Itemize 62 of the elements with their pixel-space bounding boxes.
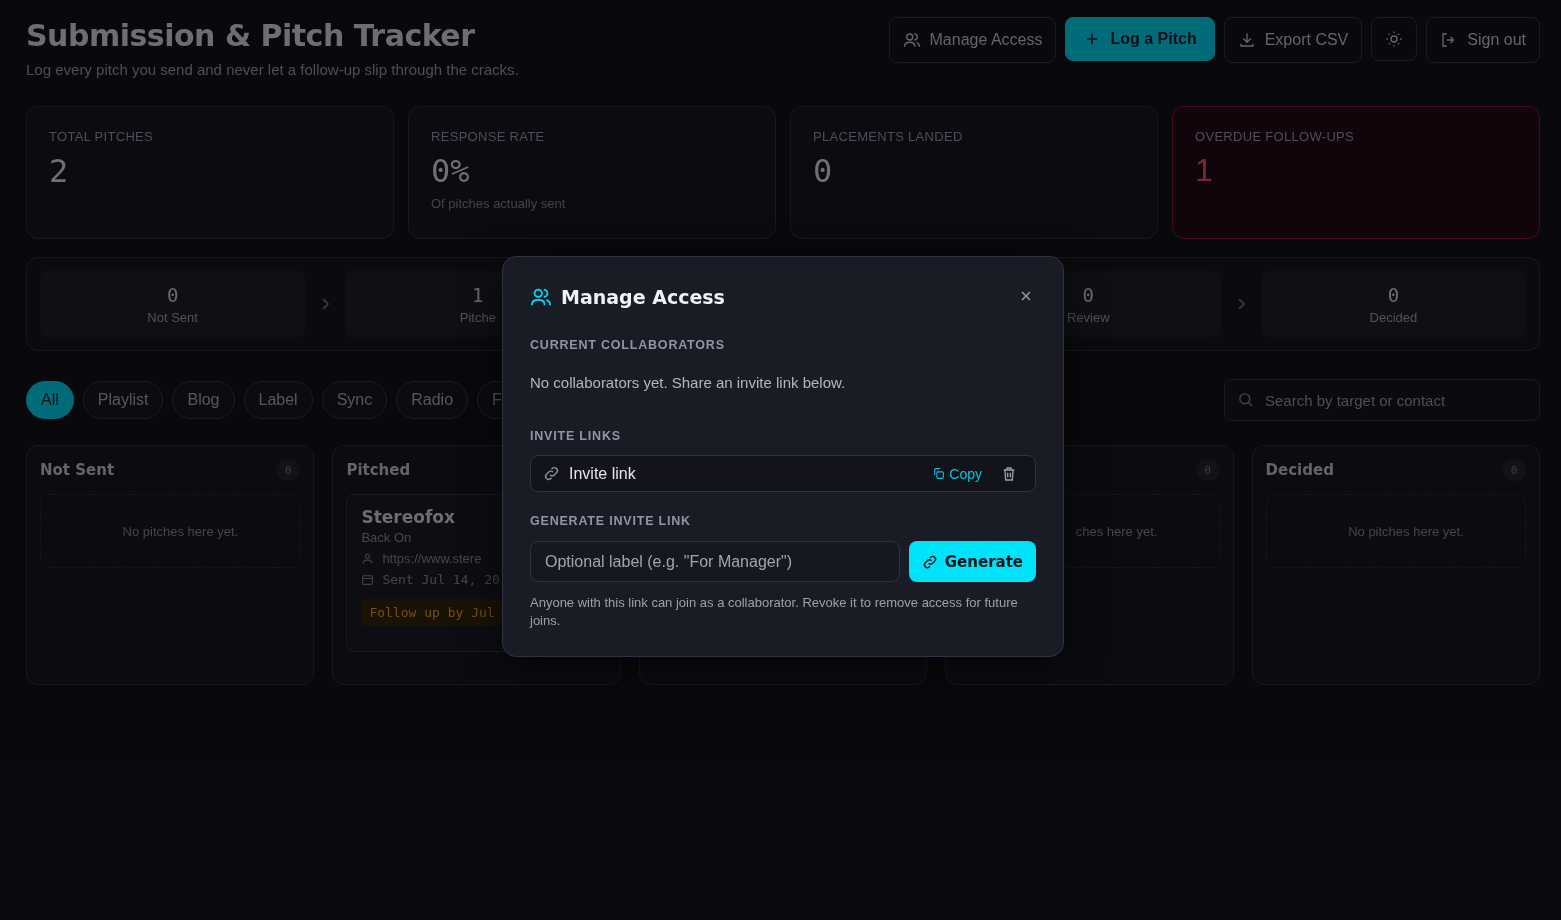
pitch-contact: https://www.stere (382, 551, 482, 566)
stage-count: 1 (472, 283, 484, 306)
section-heading: INVITE LINKS (530, 429, 621, 443)
column-title: Decided (1265, 461, 1334, 479)
stat-note: Of pitches actually sent (431, 196, 566, 211)
empty-text: No pitches here yet. (121, 523, 239, 539)
stat-label: OVERDUE FOLLOW-UPS (1195, 129, 1355, 144)
filter-chip[interactable]: Sync (321, 381, 388, 419)
chevron-icon (320, 296, 331, 312)
copy-button[interactable]: Copy (932, 465, 982, 482)
sun-icon (1385, 30, 1404, 48)
stat-value: 0% (431, 152, 470, 190)
stage-label: Review (1066, 309, 1110, 325)
column-title: Not Sent (40, 461, 115, 479)
pitch-song: Back On (361, 530, 412, 545)
search-icon (1237, 391, 1254, 408)
stat-label: PLACEMENTS LANDED (813, 129, 963, 144)
stat-label: RESPONSE RATE (431, 129, 545, 144)
sign-out-button[interactable]: Sign out (1426, 17, 1540, 63)
search-field[interactable]: Search by target or contact (1224, 379, 1540, 421)
follow-up-badge: Follow up by Jul (361, 599, 503, 626)
section-heading: CURRENT COLLABORATORS (530, 338, 725, 352)
filter-chip[interactable]: Label (243, 381, 313, 419)
label-input-field[interactable]: Optional label (e.g. "For Manager") (530, 541, 900, 582)
stat-label: TOTAL PITCHES (49, 129, 154, 144)
stage-label: Not Sent (147, 309, 198, 325)
stat-value: 1 (1195, 152, 1213, 189)
theme-toggle-button[interactable] (1371, 17, 1418, 61)
log-pitch-button[interactable]: Log a Pitch (1065, 17, 1215, 61)
empty-text: ches here yet. (1074, 523, 1158, 539)
stage-label: Decided (1369, 309, 1418, 325)
link-icon (543, 465, 560, 482)
stat-value: 0 (813, 152, 833, 190)
filter-chip[interactable]: Playlist (82, 381, 164, 419)
page-title: Submission & Pitch Tracker (26, 18, 476, 53)
empty-text: No pitches here yet. (1347, 523, 1464, 539)
invite-link-label: Invite link (569, 464, 637, 483)
chevron-icon (1235, 296, 1246, 312)
stage-label: Pitche (459, 309, 496, 325)
stage-count: 0 (1387, 283, 1400, 306)
filter-chip[interactable]: Radio (396, 381, 469, 419)
copy-icon (932, 467, 946, 480)
filter-chip[interactable]: Blog (172, 381, 235, 419)
page-subtitle: Log every pitch you send and never let a follow-up slip through the cracks. (26, 61, 519, 78)
dialog-title: Manage Access (561, 286, 725, 308)
empty-message: No collaborators yet. Share an invite link below. (530, 374, 846, 391)
filter-chip[interactable]: All (26, 381, 74, 419)
person-icon (361, 552, 375, 565)
stat-value: 2 (49, 152, 69, 190)
calendar-icon (361, 573, 375, 586)
stage-count: 0 (166, 283, 179, 306)
link-icon (921, 553, 938, 570)
column-title: Pitched (346, 461, 411, 479)
manage-access-button[interactable]: Manage Access (888, 17, 1057, 63)
users-icon (530, 286, 552, 308)
stage-count: 0 (1082, 283, 1094, 306)
export-button[interactable]: Export CSV (1223, 17, 1363, 63)
delete-button[interactable] (1001, 465, 1017, 482)
generate-button[interactable]: Generate (908, 541, 1036, 582)
pitch-target: Stereofox (361, 507, 455, 527)
download-icon (1237, 31, 1256, 49)
users-icon (902, 31, 921, 49)
